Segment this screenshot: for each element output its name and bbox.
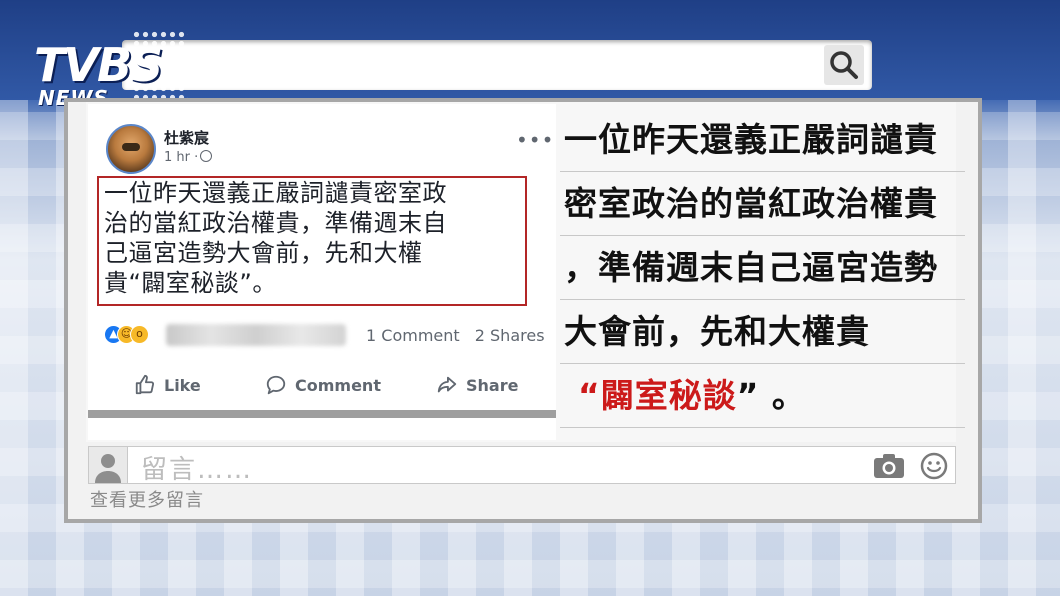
share-label: Share [466,376,519,395]
post-text-line: 一位昨天還義正嚴詞譴責密室政 [104,179,447,207]
poster-avatar[interactable] [106,124,156,174]
emoji-icon[interactable] [919,451,949,481]
post-text-line: 治的當紅政治權貴，準備週末自 [104,209,447,237]
quote-line: 一位昨天還義正嚴詞譴責 [560,108,965,172]
comment-input-row[interactable]: 留言…… [88,446,956,486]
action-row: Like Comment Share [88,368,556,404]
comment-input[interactable]: 留言…… [141,449,253,486]
quote-open-mark: “ [578,376,601,415]
post-time: 1 hr · [164,150,213,165]
post-time-label: 1 hr · [164,150,199,165]
quote-line: 大會前，先和大權貴 [560,300,965,364]
like-label: Like [164,376,201,395]
share-button[interactable]: Share [436,368,518,404]
share-icon [437,376,457,393]
quote-line: ，準備週末自己逼宮造勢 [560,236,965,300]
quote-text: 一位昨天還義正嚴詞譴責 密室政治的當紅政治權貴 ，準備週末自己逼宮造勢 大會前，… [560,108,965,428]
search-bar[interactable] [122,40,872,90]
camera-icon[interactable] [873,453,905,479]
globe-icon [200,150,213,162]
quote-close-mark: ” 。 [736,376,806,415]
like-button[interactable]: Like [134,368,201,404]
post-text: 一位昨天還義正嚴詞譴責密室政 治的當紅政治權貴，準備週末自 己逼宮造勢大會前，先… [104,178,524,298]
engagement-counts: 1 Comment 2 Shares [366,326,555,345]
share-count[interactable]: 2 Shares [475,326,545,345]
thumbs-up-icon [135,374,155,395]
user-avatar-icon [89,447,128,483]
comment-button[interactable]: Comment [265,368,381,404]
logo-brand: TVBS [34,38,163,92]
quote-line: 密室政治的當紅政治權貴 [560,172,965,236]
poster-name[interactable]: 杜紫宸 [164,127,209,148]
comment-count[interactable]: 1 Comment [366,326,460,345]
quote-line: “闢室秘談” 。 [560,364,965,428]
blurred-names [166,324,346,346]
search-button[interactable] [824,45,864,85]
post-text-line: 貴“闢室秘談”。 [104,269,277,297]
post-divider [88,410,556,418]
view-more-comments-link[interactable]: 查看更多留言 [90,486,204,512]
search-icon [830,51,858,79]
quote-highlight: 闢室秘談 [600,376,737,415]
wow-reaction-icon: o [130,325,149,344]
post-text-line: 己逼宮造勢大會前，先和大權 [104,239,423,267]
comment-icon [266,375,286,395]
comment-label: Comment [295,376,381,395]
more-options-icon[interactable]: ••• [516,128,554,152]
